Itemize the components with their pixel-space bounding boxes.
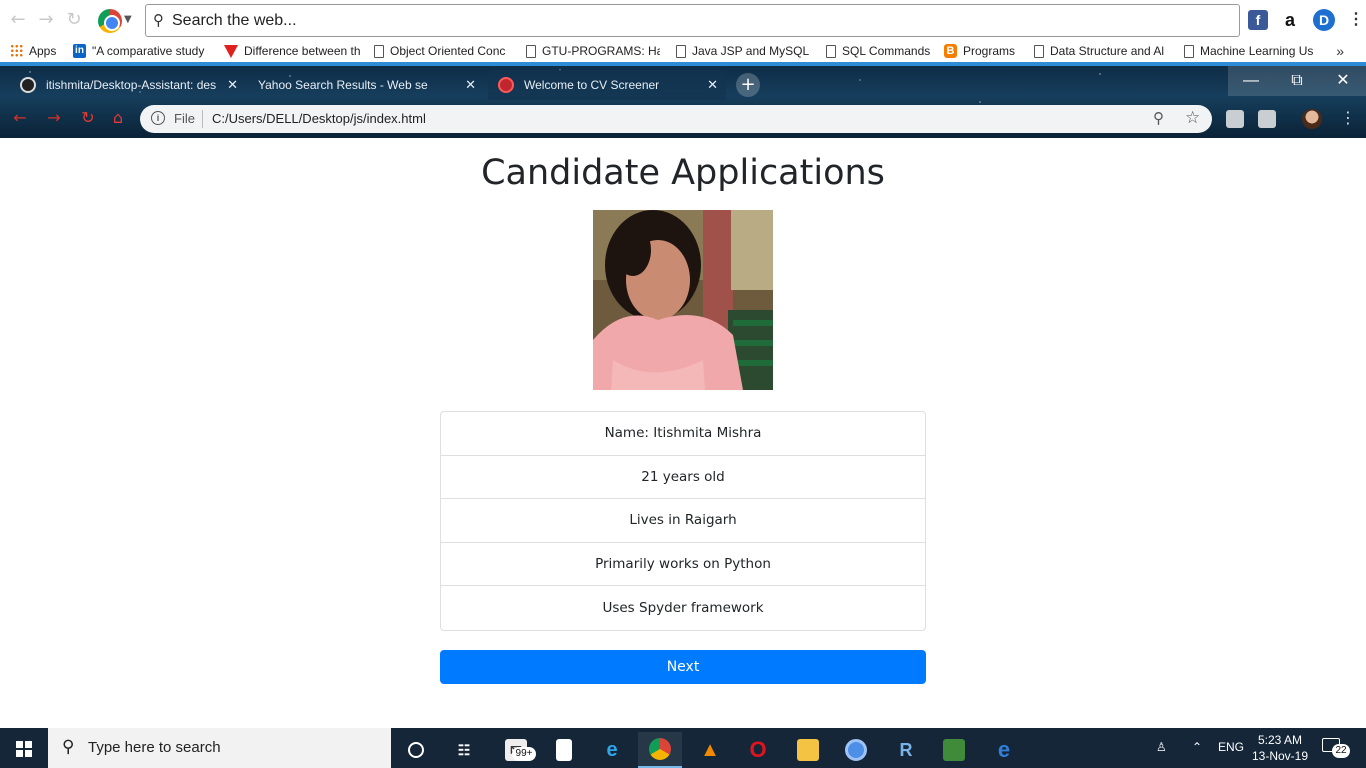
language-indicator[interactable]: ENG bbox=[1218, 740, 1244, 754]
tab-yahoo[interactable]: Yahoo Search Results - Web search ✕ bbox=[248, 70, 484, 100]
chevron-up-icon[interactable]: ⌃ bbox=[1192, 740, 1202, 754]
apps-grid-icon bbox=[10, 44, 23, 58]
github-icon bbox=[20, 77, 36, 93]
blogger-icon: B bbox=[944, 44, 957, 58]
restore-button[interactable]: ⧉ bbox=[1274, 66, 1320, 96]
web-search-box[interactable]: ⚲ bbox=[145, 4, 1240, 37]
close-icon[interactable]: ✕ bbox=[707, 77, 718, 93]
mail-badge: 99+ bbox=[512, 747, 536, 761]
frame-accent bbox=[0, 62, 1366, 66]
r-icon[interactable]: R bbox=[884, 732, 928, 768]
clock[interactable]: 5:23 AM 13-Nov-19 bbox=[1248, 732, 1312, 764]
page-icon bbox=[1034, 44, 1044, 58]
taskbar: ⚲ Type here to search ☷ ✉ e ▲ O R e ♙ ⌃ … bbox=[0, 728, 1366, 768]
top-toolbar: ← → ↻ ▼ ⚲ f a D ⋮ bbox=[0, 0, 1366, 42]
list-item-name: Name: Itishmita Mishra bbox=[441, 412, 925, 456]
list-item-framework: Uses Spyder framework bbox=[602, 600, 764, 617]
windows-icon bbox=[16, 741, 32, 757]
divider bbox=[202, 110, 203, 128]
camera-icon[interactable] bbox=[1226, 110, 1244, 128]
facebook-icon[interactable]: f bbox=[1248, 10, 1268, 30]
page-icon bbox=[1184, 44, 1194, 58]
back-arrow-icon[interactable]: ← bbox=[8, 10, 28, 30]
folder-icon[interactable] bbox=[786, 732, 830, 768]
bookmark-item[interactable]: B Programs bbox=[944, 44, 1015, 58]
vivaldi-icon bbox=[224, 44, 238, 58]
window-close-button[interactable]: ✕ bbox=[1320, 66, 1366, 96]
cv-screener-icon bbox=[498, 77, 514, 93]
browser-frame: itishmita/Desktop-Assistant: desk ✕ Yaho… bbox=[0, 62, 1366, 138]
new-tab-button[interactable]: + bbox=[736, 73, 760, 97]
taskbar-search[interactable]: ⚲ Type here to search bbox=[48, 728, 391, 768]
search-icon: ⚲ bbox=[62, 737, 75, 757]
forward-arrow-icon[interactable]: → bbox=[36, 10, 56, 30]
page-icon bbox=[676, 44, 686, 58]
list-item-age: 21 years old bbox=[441, 456, 925, 500]
d-extension-icon[interactable]: D bbox=[1313, 9, 1335, 31]
page-icon bbox=[526, 44, 536, 58]
bookmark-item[interactable]: GTU-PROGRAMS: Ha bbox=[526, 44, 660, 58]
reload-icon[interactable]: ↻ bbox=[64, 10, 84, 30]
address-bar[interactable]: i File C:/Users/DELL/Desktop/js/index.ht… bbox=[140, 105, 1212, 133]
shield-icon[interactable] bbox=[1258, 110, 1276, 128]
bookmark-item[interactable]: in "A comparative study bbox=[73, 44, 210, 58]
page-content: Candidate Applications Name: Itishmita M… bbox=[0, 138, 1366, 728]
opera-icon[interactable]: O bbox=[736, 732, 780, 768]
cortana-icon[interactable] bbox=[394, 732, 438, 768]
minimize-button[interactable]: — bbox=[1228, 66, 1274, 96]
start-button[interactable] bbox=[0, 728, 48, 768]
bookmark-item[interactable]: SQL Commands bbox=[826, 44, 930, 58]
edge-icon[interactable]: e bbox=[982, 732, 1026, 768]
tab-github[interactable]: itishmita/Desktop-Assistant: desk ✕ bbox=[10, 70, 246, 100]
bookmark-item[interactable]: Difference between th bbox=[224, 44, 364, 58]
linkedin-icon: in bbox=[73, 44, 86, 58]
list-item-language: Primarily works on Python bbox=[441, 543, 925, 587]
close-icon[interactable]: ✕ bbox=[465, 77, 476, 93]
chromium-icon[interactable] bbox=[834, 732, 878, 768]
bookmarks-overflow-icon[interactable]: » bbox=[1336, 43, 1344, 59]
search-icon: ⚲ bbox=[153, 11, 164, 29]
zoom-icon[interactable]: ⚲ bbox=[1153, 109, 1164, 127]
more-vertical-icon[interactable]: ⋮ bbox=[1340, 108, 1356, 127]
chevron-down-icon[interactable]: ▼ bbox=[124, 14, 132, 25]
bookmark-item[interactable]: Data Structure and Al bbox=[1034, 44, 1170, 58]
amazon-icon[interactable]: a bbox=[1280, 10, 1300, 30]
file-icon[interactable] bbox=[542, 732, 586, 768]
page-icon bbox=[826, 44, 836, 58]
info-icon[interactable]: i bbox=[151, 111, 165, 125]
notification-button[interactable]: 22 bbox=[1322, 736, 1350, 758]
bookmarks-bar: Apps in "A comparative study Difference … bbox=[0, 42, 1366, 62]
bookmark-item[interactable]: Java JSP and MySQL bbox=[676, 44, 812, 58]
profile-avatar[interactable] bbox=[1302, 109, 1322, 129]
star-icon[interactable]: ☆ bbox=[1185, 108, 1200, 128]
more-vertical-icon[interactable]: ⋮ bbox=[1346, 10, 1366, 30]
page-title: Candidate Applications bbox=[481, 153, 885, 193]
bookmark-item[interactable]: Machine Learning Us bbox=[1184, 44, 1318, 58]
url-text[interactable]: C:/Users/DELL/Desktop/js/index.html bbox=[212, 111, 426, 126]
tab-cv-screener[interactable]: Welcome to CV Screener ✕ bbox=[488, 70, 726, 100]
back-arrow-icon[interactable]: ← bbox=[10, 108, 30, 128]
list-item-city: Lives in Raigarh bbox=[441, 499, 925, 543]
people-icon[interactable]: ♙ bbox=[1156, 740, 1167, 754]
spreadsheet-icon[interactable] bbox=[932, 732, 976, 768]
vlc-icon[interactable]: ▲ bbox=[688, 732, 732, 768]
doc-lock-icon bbox=[374, 44, 384, 58]
bookmark-apps[interactable]: Apps bbox=[10, 44, 56, 58]
chrome-taskbar-icon[interactable] bbox=[638, 732, 682, 768]
reload-icon[interactable]: ↻ bbox=[78, 108, 98, 128]
close-icon[interactable]: ✕ bbox=[227, 77, 238, 93]
next-button[interactable]: Next bbox=[440, 650, 926, 684]
candidate-details-list: Name: Itishmita Mishra 21 years old Live… bbox=[440, 411, 926, 631]
home-icon[interactable]: ⌂ bbox=[108, 108, 128, 128]
forward-arrow-icon[interactable]: → bbox=[44, 108, 64, 128]
ie-icon[interactable]: e bbox=[590, 732, 634, 768]
task-view-icon[interactable]: ☷ bbox=[442, 732, 486, 768]
web-search-input[interactable] bbox=[172, 9, 1222, 33]
bookmark-item[interactable]: Object Oriented Conc bbox=[374, 44, 510, 58]
chrome-logo-icon[interactable] bbox=[98, 9, 122, 33]
candidate-photo bbox=[593, 210, 773, 390]
